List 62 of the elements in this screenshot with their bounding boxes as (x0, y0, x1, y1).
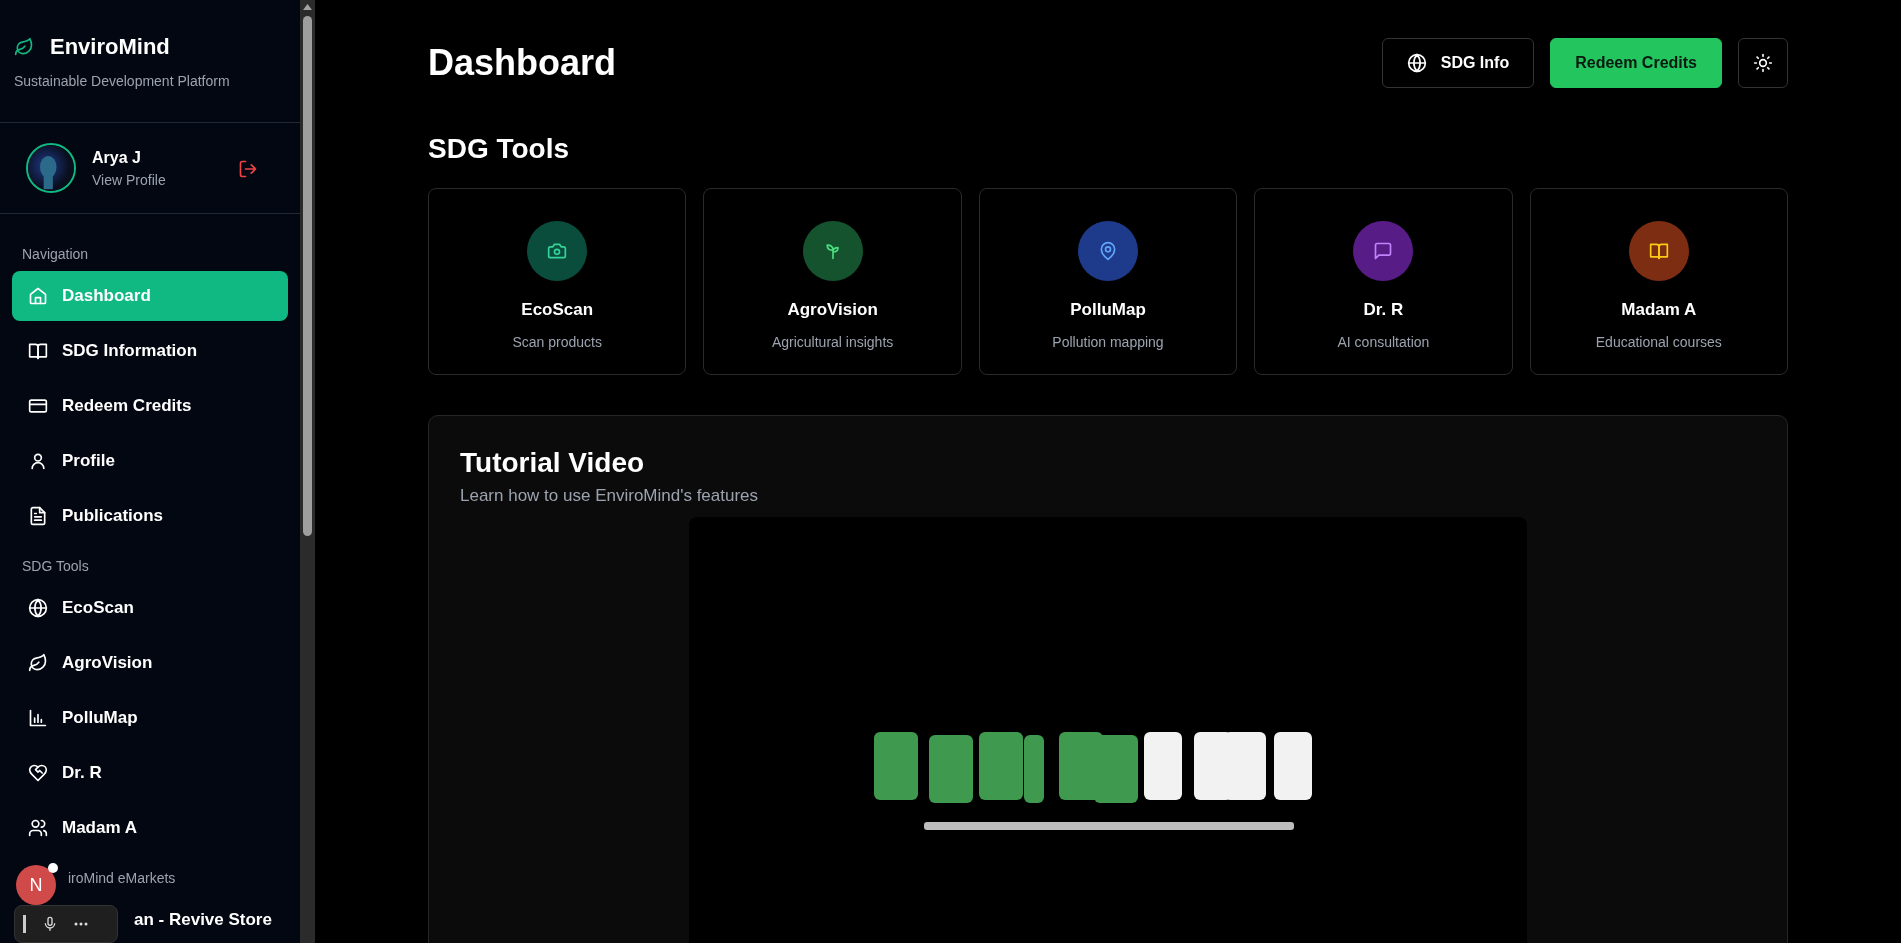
card-subtitle: Learn how to use EnviroMind's features (460, 485, 760, 508)
nav-item[interactable]: Publications (12, 491, 288, 541)
section-title: SDG Tools (428, 132, 571, 166)
logout-icon[interactable] (238, 158, 258, 179)
notification-avatar[interactable]: N (16, 865, 56, 905)
bar-chart-icon (28, 708, 48, 728)
scrollbar-thumb[interactable] (303, 16, 312, 536)
nav-item[interactable]: SDG Information (12, 326, 288, 376)
tool-description: Agricultural insights (771, 333, 894, 353)
tool-description: Pollution mapping (1052, 333, 1164, 353)
tool-name: PolluMap (1070, 298, 1146, 321)
tool-card[interactable]: PolluMap Pollution mapping (978, 187, 1238, 375)
nav-item[interactable]: Madam A (12, 803, 288, 853)
users-icon (28, 818, 48, 838)
avatar[interactable] (26, 143, 76, 193)
status-dot (48, 863, 58, 873)
scroll-up-icon[interactable] (303, 4, 312, 10)
user-name: Arya J (92, 147, 142, 168)
tool-name: Dr. R (1363, 298, 1404, 321)
brand-name: EnviroMind (50, 33, 170, 61)
drag-handle-icon[interactable] (23, 915, 26, 933)
tool-card[interactable]: Dr. R AI consultation (1254, 187, 1513, 375)
info-button[interactable]: SDG Info (1381, 38, 1535, 88)
map-pin-icon (1098, 240, 1118, 261)
microphone-icon[interactable] (42, 914, 58, 934)
tool-name: AgroVision (787, 298, 878, 321)
section-heading: iroMind eMarkets (67, 869, 177, 888)
nav-item[interactable]: an - Revive Store (130, 895, 288, 943)
nav-item[interactable]: EcoScan (12, 583, 288, 633)
tool-description: AI consultation (1337, 333, 1430, 353)
chat-icon (1373, 240, 1394, 261)
tool-card[interactable]: EcoScan Scan products (428, 187, 687, 375)
document-icon (28, 506, 48, 526)
tool-name: Madam A (1621, 298, 1697, 321)
book-icon (28, 341, 48, 361)
tool-card[interactable]: AgroVision Agricultural insights (703, 187, 962, 375)
tool-description: Scan products (512, 333, 602, 353)
heart-icon (28, 763, 48, 783)
globe-icon (28, 598, 48, 618)
home-icon (28, 286, 48, 306)
theme-toggle-button[interactable] (1738, 38, 1788, 88)
section-heading: Navigation (21, 245, 90, 264)
nav-item[interactable]: PolluMap (12, 693, 288, 743)
tagline: Sustainable Development Platform (14, 72, 231, 91)
nav-item[interactable]: AgroVision (12, 638, 288, 688)
redeem-button[interactable]: Redeem Credits (1550, 38, 1722, 88)
leaf-icon (14, 36, 34, 57)
page-title: Dashboard (428, 41, 617, 85)
nav-item[interactable]: Redeem Credits (12, 381, 288, 431)
leaf-icon (28, 653, 48, 673)
nav-item[interactable]: Dr. R (12, 748, 288, 798)
tool-name: EcoScan (521, 298, 594, 321)
view-profile-link[interactable]: View Profile (92, 169, 238, 191)
card-title: Tutorial Video (460, 445, 646, 480)
section-heading: SDG Tools (21, 557, 90, 576)
tool-description: Educational courses (1595, 333, 1722, 353)
user-icon (28, 451, 48, 471)
globe-icon (1406, 53, 1427, 73)
more-icon[interactable] (74, 922, 88, 926)
tool-card[interactable]: Madam A Educational courses (1529, 187, 1789, 375)
credit-card-icon (28, 396, 48, 416)
nav-item[interactable]: Profile (12, 436, 288, 486)
